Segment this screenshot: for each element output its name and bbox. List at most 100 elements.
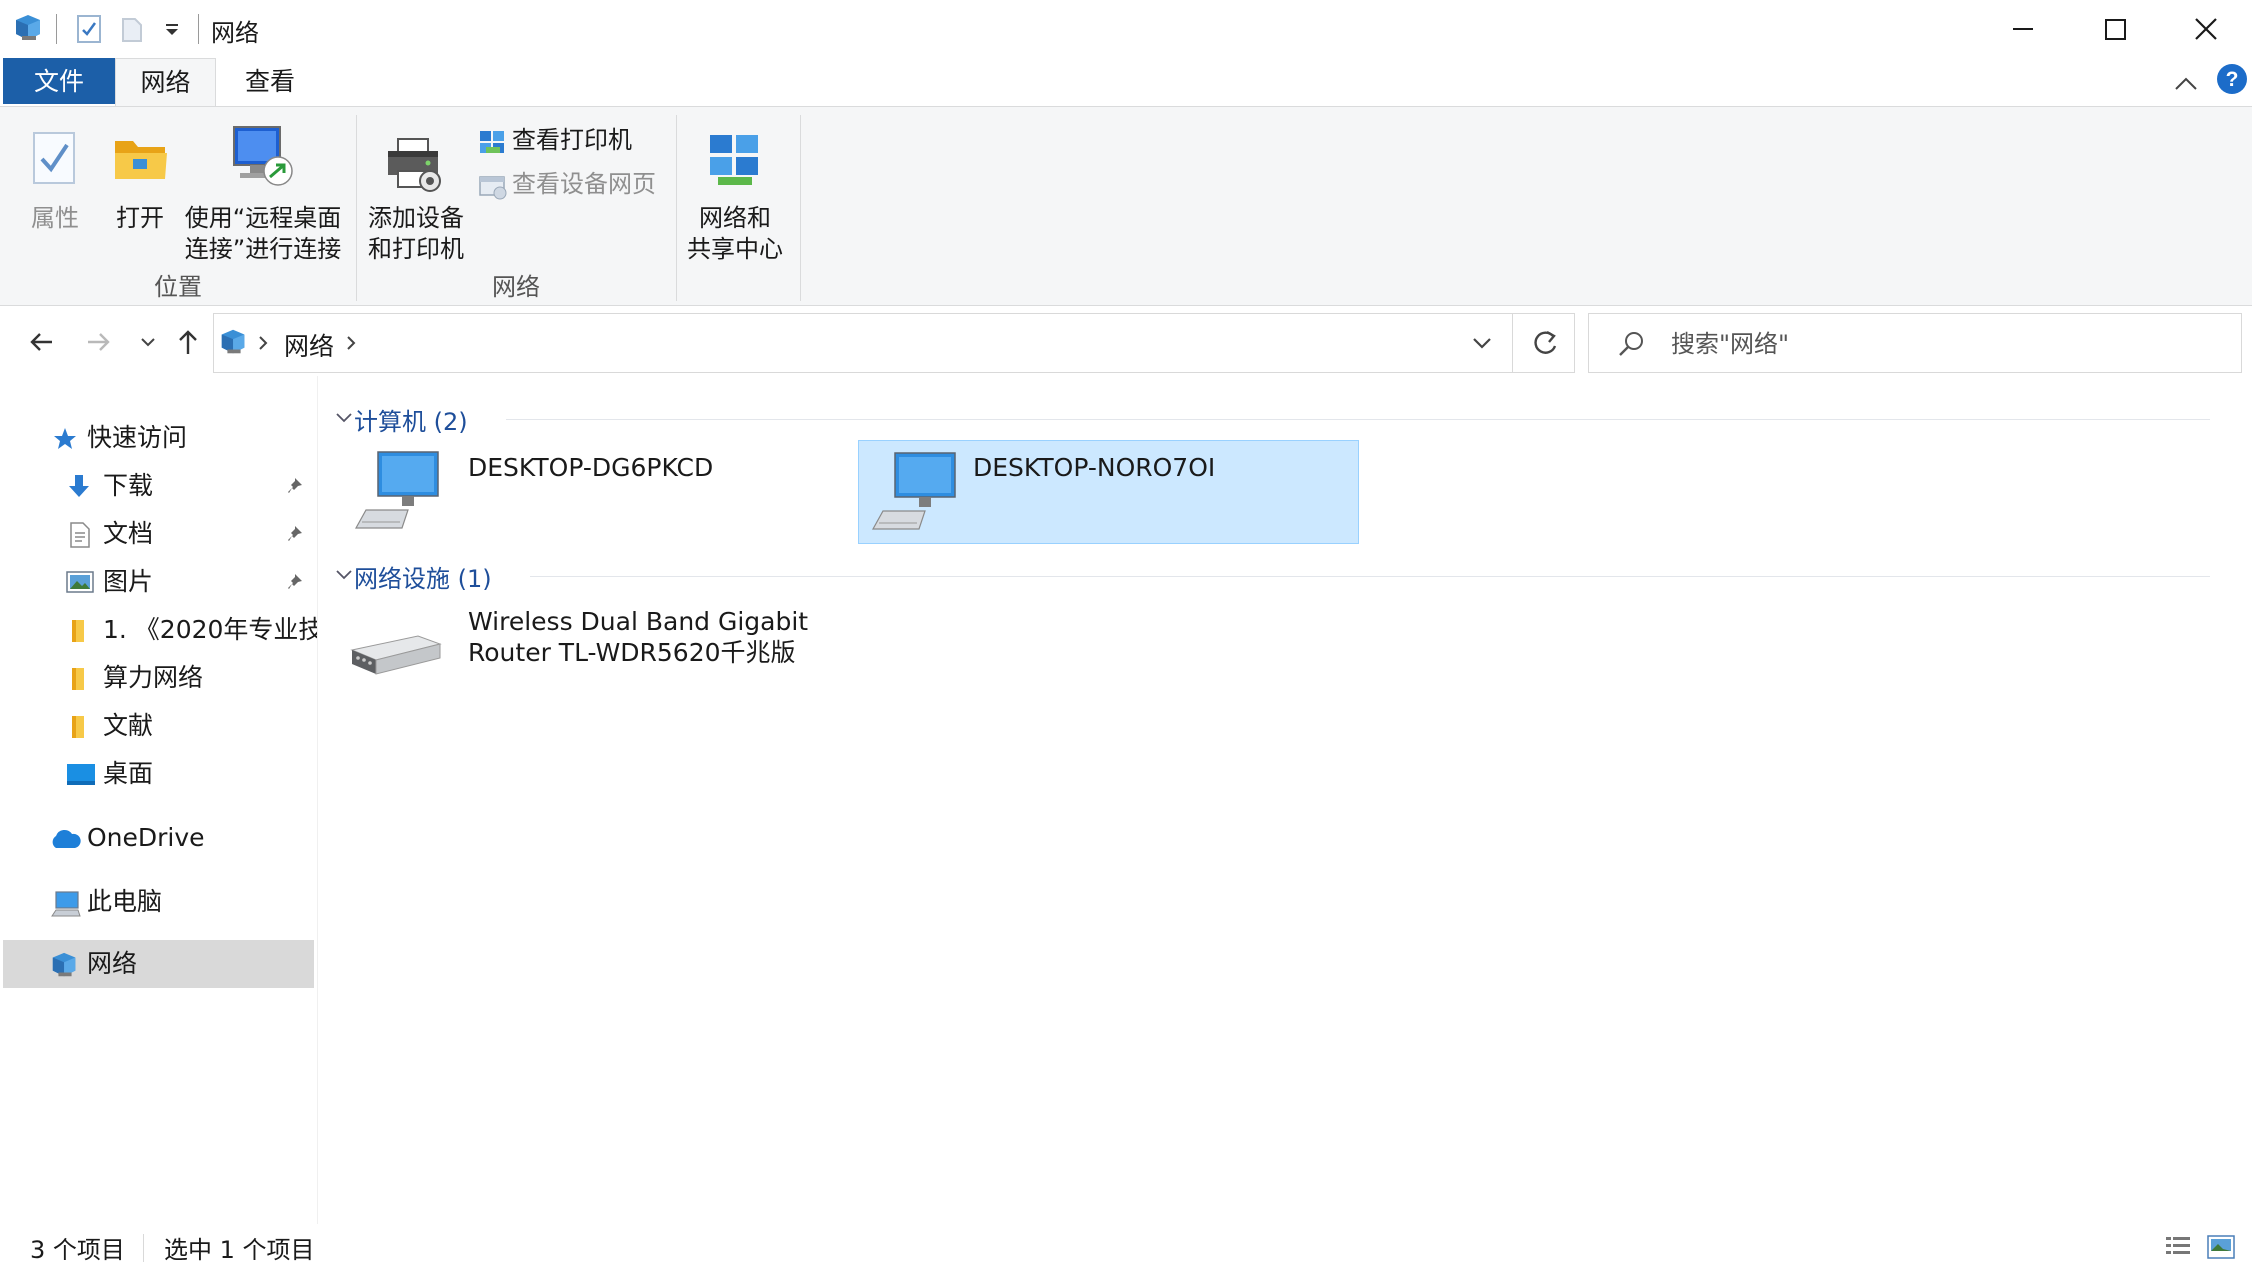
remote-desktop-button[interactable]: 使用“远程桌面 连接”进行连接 [183,121,343,271]
details-view-icon [2166,1237,2190,1254]
arrow-up-icon [179,330,197,354]
breadcrumb-separator-icon[interactable] [256,334,270,352]
tab-view[interactable]: 查看 [216,58,324,106]
item-count: 3 个项目 [30,1236,125,1264]
address-history-button[interactable] [1470,332,1494,354]
group-divider [506,419,2210,420]
document-icon [68,521,92,549]
computer-name: DESKTOP-NORO7OI [973,453,1216,482]
cloud-icon [48,828,82,850]
ribbon-group-separator [676,115,677,301]
search-input[interactable] [1669,315,2233,373]
nav-item-documents[interactable]: 文档 [0,512,318,556]
collapse-ribbon-button[interactable] [2174,74,2198,92]
chevron-down-icon [334,567,354,583]
folder-icon [70,666,86,692]
minimize-button[interactable] [1977,0,2069,58]
pictures-icon [66,571,94,593]
ribbon-tab-bar: 文件 网络 查看 ? [0,58,2252,106]
nav-item-documents-label: 文档 [103,519,154,548]
add-devices-label-line2: 和打印机 [368,235,464,263]
title-bar: 网络 [0,0,2252,58]
nav-item-folder-2020[interactable]: 1. 《2020年专业技术 [0,608,318,652]
ribbon-panel: 属性 打开 使用“远程桌面 连接”进行连接 位置 添加设备 和打印机 查看打印机 [0,106,2252,306]
nav-quick-access[interactable]: 快速访问 [0,416,318,460]
computer-name: DESKTOP-DG6PKCD [468,453,714,482]
breadcrumb-chevron-icon[interactable] [344,334,358,352]
nav-item-downloads-label: 下载 [103,471,154,500]
pin-icon[interactable] [286,572,306,592]
network-group-label: 网络 [492,273,540,301]
computer-item-selected[interactable]: DESKTOP-NORO7OI [858,440,1359,544]
nav-item-downloads[interactable]: 下载 [0,464,318,508]
recent-locations-button[interactable] [128,322,168,362]
nav-item-folder-2020-label: 1. 《2020年专业技术 [103,615,317,644]
svg-text:?: ? [2226,68,2239,91]
folder-icon [70,618,86,644]
view-device-webpage-button[interactable]: 查看设备网页 [474,165,674,205]
open-folder-icon [111,133,171,185]
view-printers-button[interactable]: 查看打印机 [474,121,674,161]
arrow-left-icon [30,333,52,351]
customize-quick-access-icon[interactable] [163,20,183,40]
window-title: 网络 [211,19,259,47]
view-printers-label: 查看打印机 [512,126,632,154]
router-name-line1: Wireless Dual Band Gigabit [468,607,809,636]
quick-access-separator [56,14,57,44]
search-box[interactable] [1588,313,2242,373]
remote-desktop-label-line1: 使用“远程桌面 [184,204,342,232]
selection-count: 选中 1 个项目 [164,1236,315,1264]
nav-this-pc[interactable]: 此电脑 [0,880,318,924]
pin-icon[interactable] [286,476,306,496]
breadcrumb-network[interactable]: 网络 [284,327,334,363]
group-header-computers[interactable]: 计算机 (2) [334,402,2234,436]
details-view-button[interactable] [2164,1234,2192,1260]
nav-item-literature[interactable]: 文献 [0,704,318,748]
status-separator [143,1234,144,1262]
properties-icon [30,129,80,187]
address-bar[interactable]: 网络 [213,313,1513,373]
nav-item-pictures-label: 图片 [103,567,154,596]
nav-onedrive[interactable]: OneDrive [0,816,318,860]
properties-quick-icon[interactable] [76,14,102,44]
up-button[interactable] [168,322,208,362]
network-sharing-label-line2: 共享中心 [687,235,783,263]
computer-item[interactable]: DESKTOP-DG6PKCD [322,440,822,542]
group-header-network-infrastructure[interactable]: 网络设施 (1) [334,559,2234,593]
group-divider [530,576,2210,577]
large-icons-view-button[interactable] [2206,1234,2236,1260]
nav-item-pictures[interactable]: 图片 [0,560,318,604]
nav-item-computing-network-label: 算力网络 [103,663,204,692]
computer-icon [869,451,959,537]
group-title-network-infrastructure: 网络设施 (1) [354,565,492,593]
open-button[interactable]: 打开 [103,121,177,241]
maximize-button[interactable] [2069,0,2161,58]
forward-button[interactable] [78,322,118,362]
tab-file[interactable]: 文件 [3,58,115,104]
help-button[interactable]: ? [2216,63,2248,95]
refresh-button[interactable] [1512,313,1575,373]
properties-button[interactable]: 属性 [18,121,92,241]
pin-icon[interactable] [286,524,306,544]
properties-label: 属性 [31,204,79,232]
add-devices-printers-button[interactable]: 添加设备 和打印机 [360,121,472,271]
view-device-webpage-label: 查看设备网页 [512,170,656,198]
download-arrow-icon [66,473,92,501]
remote-desktop-label-line2: 连接”进行连接 [184,235,342,263]
nav-network[interactable]: 网络 [3,940,314,988]
group-title-computers: 计算机 (2) [354,408,468,436]
tab-network[interactable]: 网络 [115,58,216,106]
status-bar: 3 个项目 选中 1 个项目 [0,1224,2252,1269]
search-icon [1617,330,1645,358]
open-label: 打开 [116,204,164,232]
network-sharing-label-line1: 网络和 [699,204,771,232]
router-item[interactable]: Wireless Dual Band Gigabit Router TL-WDR… [322,598,842,698]
network-sharing-center-button[interactable]: 网络和 共享中心 [680,121,790,271]
nav-item-desktop[interactable]: 桌面 [0,752,318,796]
nav-item-computing-network[interactable]: 算力网络 [0,656,318,700]
folder-quick-icon[interactable] [120,16,144,44]
network-app-icon[interactable] [12,12,46,44]
back-button[interactable] [22,322,62,362]
close-button[interactable] [2160,0,2252,58]
minimize-icon [2013,28,2033,30]
